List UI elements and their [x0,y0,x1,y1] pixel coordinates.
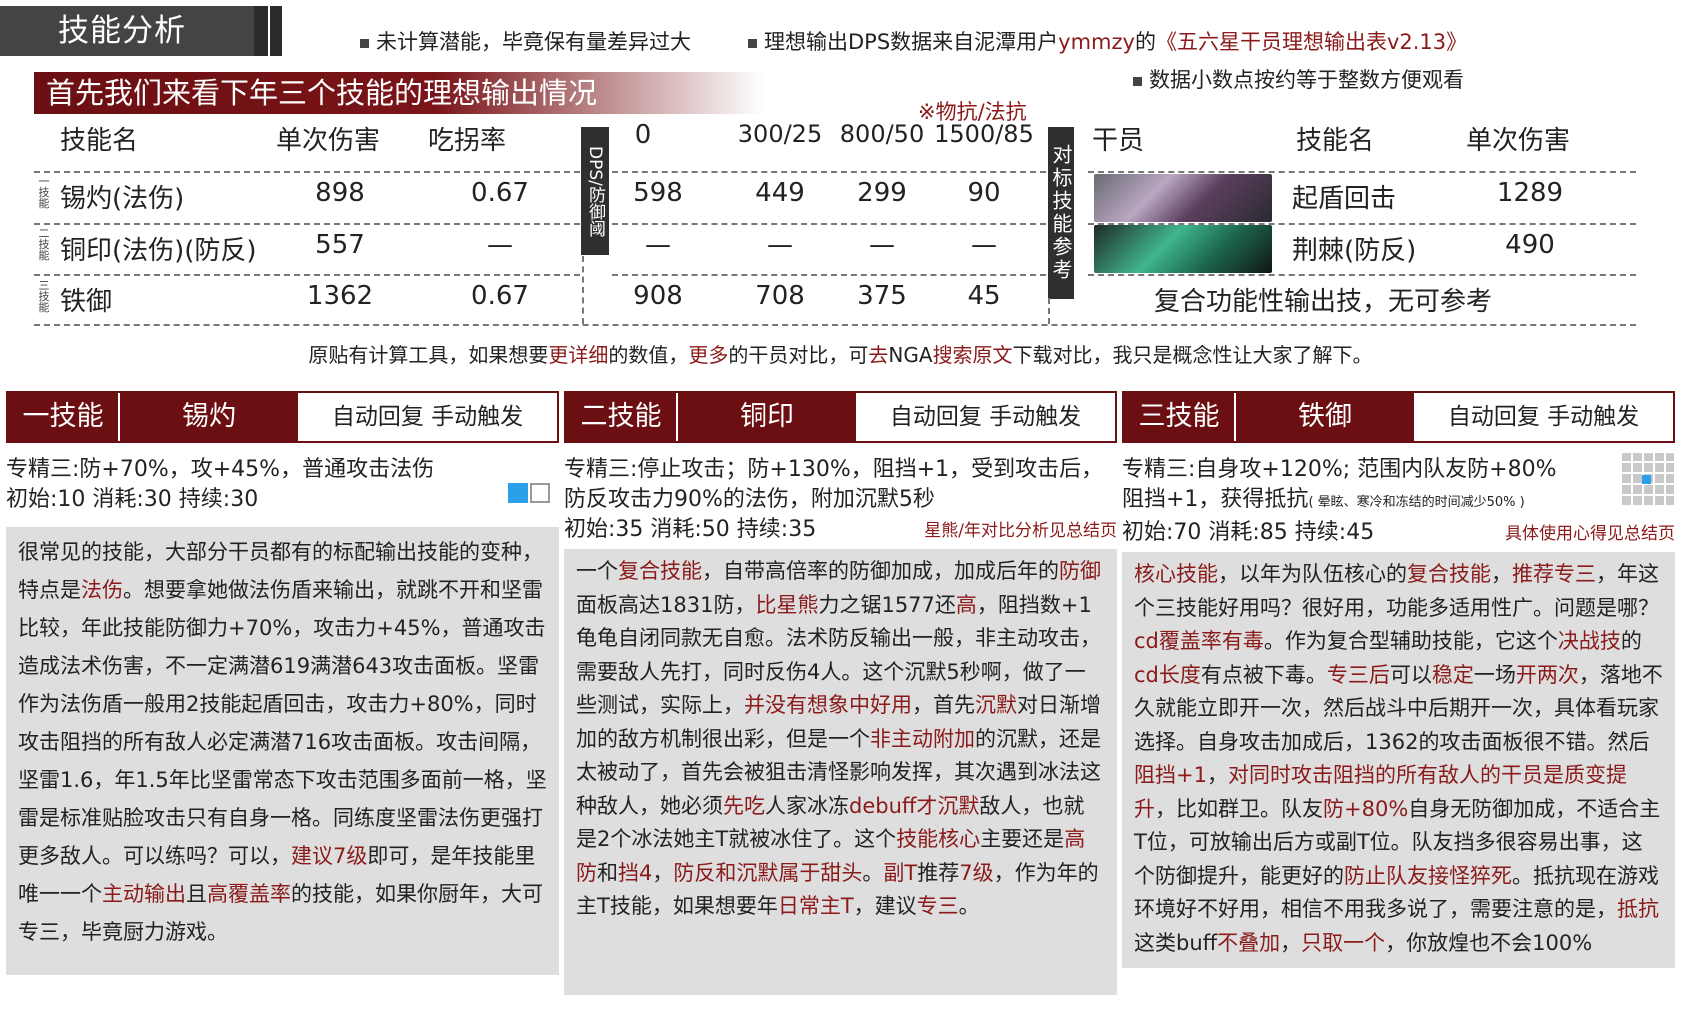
skill1-spec: 专精三:防+70%，攻+45%，普通攻击法伤 [6,457,435,482]
row3-dps-0: 908 [633,281,683,311]
row3-dps-300: 708 [755,281,805,311]
skill3-number: 三技能 [1124,393,1234,441]
row2-damage: 557 [315,230,365,260]
th-skill-name: 技能名 [60,126,139,156]
skill1-header: 一技能 锡灼 自动回复 手动触发 [6,391,559,443]
row1-dps-0: 598 [633,178,683,208]
skill1-trigger: 自动回复 手动触发 [298,393,557,441]
row1-buff-rate: 0.67 [471,178,529,208]
operator-portrait-2 [1094,225,1272,273]
skill2-name: 铜印 [676,393,856,441]
th-res-0: 0 [634,120,652,150]
row2-skill-name: 铜印(法伤)(防反) [60,236,257,266]
row-divider [612,223,1046,225]
skill2-header: 二技能 铜印 自动回复 手动触发 [564,391,1117,443]
skill3-header: 三技能 铁御 自动回复 手动触发 [1122,391,1675,443]
ref2-skill-name: 荆棘(防反) [1292,236,1417,266]
skill2-summary-link[interactable]: 星熊/年对比分析见总结页 [924,516,1117,541]
note-potential: 未计算潜能，毕竟保有量差异过大 [360,26,691,56]
th-res-1500: 1500/85 [934,120,1034,148]
th-buff-rate: 吃拐率 [428,126,507,156]
row3-skill-name: 铁御 [60,287,113,317]
skill1-cost: 初始:10 消耗:30 持续:30 [6,487,259,512]
skill-panel-1: 一技能 锡灼 自动回复 手动触发 专精三:防+70%，攻+45%，普通攻击法伤 … [6,391,559,975]
skill3-name: 铁御 [1234,393,1414,441]
ref1-skill-name: 起盾回击 [1292,184,1397,214]
th-res-300: 300/25 [737,120,823,148]
skill3-block: 阻挡+1，获得抵抗( 晕眩、寒冷和冻结的时间减少50% ) [1122,487,1525,512]
range-tile-icon [530,483,550,503]
range-tile-icon [508,483,528,503]
row2-dps-800: — [869,230,895,260]
side-label-skill1: 一技能 [38,175,50,210]
skill-panel-2: 二技能 铜印 自动回复 手动触发 专精三:停止攻击；防+130%，阻挡+1，受到… [564,391,1117,995]
row-divider [612,171,1046,173]
operator-portrait-1 [1094,174,1272,222]
skill1-name: 锡灼 [118,393,298,441]
range-center-icon [1642,475,1651,484]
skill2-spec: 专精三:停止攻击；防+130%，阻挡+1，受到攻击后，防反攻击力90%的法伤，附… [564,457,1104,512]
row1-damage: 898 [315,178,365,208]
row2-dps-300: — [767,230,793,260]
ref2-damage: 490 [1505,230,1555,260]
ref3-note: 复合功能性输出技，无可参考 [1154,287,1493,317]
skill3-summary-link[interactable]: 具体使用心得见总结页 [1505,519,1675,544]
title-accent-bar [270,6,282,56]
skill-panel-3: 三技能 铁御 自动回复 手动触发 专精三:自身攻+120%; 范围内队友防+80… [1122,391,1675,968]
row2-dps-0: — [645,230,671,260]
row1-skill-name: 锡灼(法伤) [60,184,185,214]
section-banner: 首先我们来看下年三个技能的理想输出情况 [34,72,764,114]
skill3-trigger: 自动回复 手动触发 [1414,393,1673,441]
calc-tool-note: 原贴有计算工具，如果想要更详细的数值，更多的干员对比，可去NGA搜索原文下载对比… [308,343,1373,367]
row3-dps-800: 375 [857,281,907,311]
note-rounding: 数据小数点按约等于整数方便观看 [1133,64,1464,94]
skill2-description: 一个复合技能，自带高倍率的防御加成，加成后年的防御面板高达1831防，比星熊力之… [564,549,1117,995]
th-res-800: 800/50 [839,120,925,148]
column-divider [582,256,584,324]
skill2-number: 二技能 [566,393,676,441]
th-operator: 干员 [1092,126,1145,156]
table-bottom-divider [34,324,1636,326]
row1-dps-300: 449 [755,178,805,208]
th-ref-skill: 技能名 [1296,126,1375,156]
skill2-cost: 初始:35 消耗:50 持续:35 [564,517,817,542]
reference-tag: 对标技能参考 [1048,127,1074,299]
row2-dps-1500: — [971,230,997,260]
skill3-spec: 专精三:自身攻+120%; 范围内队友防+80% [1122,457,1557,482]
row1-dps-1500: 90 [967,178,1001,208]
column-divider [1048,298,1050,324]
ref1-damage: 1289 [1496,178,1564,208]
skill1-description: 很常见的技能，大部分干员都有的标配输出技能的变种，特点是法伤。想要拿她做法伤盾来… [6,527,559,975]
row-divider [612,274,1046,276]
side-label-skill2: 二技能 [38,227,50,262]
row-divider [34,274,580,276]
note-source: 理想输出DPS数据来自泥潭用户ymmzy的《五六星干员理想输出表v2.13》 [748,26,1467,56]
th-single-damage: 单次伤害 [276,126,381,156]
title-block: 技能分析 [0,6,268,56]
row3-buff-rate: 0.67 [471,281,529,311]
row-divider [34,223,580,225]
side-label-skill3: 三技能 [38,279,50,314]
skill3-cost: 初始:70 消耗:85 持续:45 [1122,520,1375,545]
th-ref-damage: 单次伤害 [1466,126,1571,156]
skill2-trigger: 自动回复 手动触发 [856,393,1115,441]
row-divider [34,171,580,173]
row3-damage: 1362 [306,281,374,311]
row3-dps-1500: 45 [967,281,1001,311]
row-divider [1088,274,1636,276]
dps-tag: DPS/防御阈 [581,127,609,255]
row2-buff-rate: — [487,230,513,260]
page-title: 技能分析 [0,6,254,56]
skill1-number: 一技能 [8,393,118,441]
row1-dps-800: 299 [857,178,907,208]
skill3-description: 核心技能，以年为队伍核心的复合技能，推荐专三，年这个三技能好用吗？很好用，功能多… [1122,552,1675,968]
row-divider [1088,171,1636,173]
